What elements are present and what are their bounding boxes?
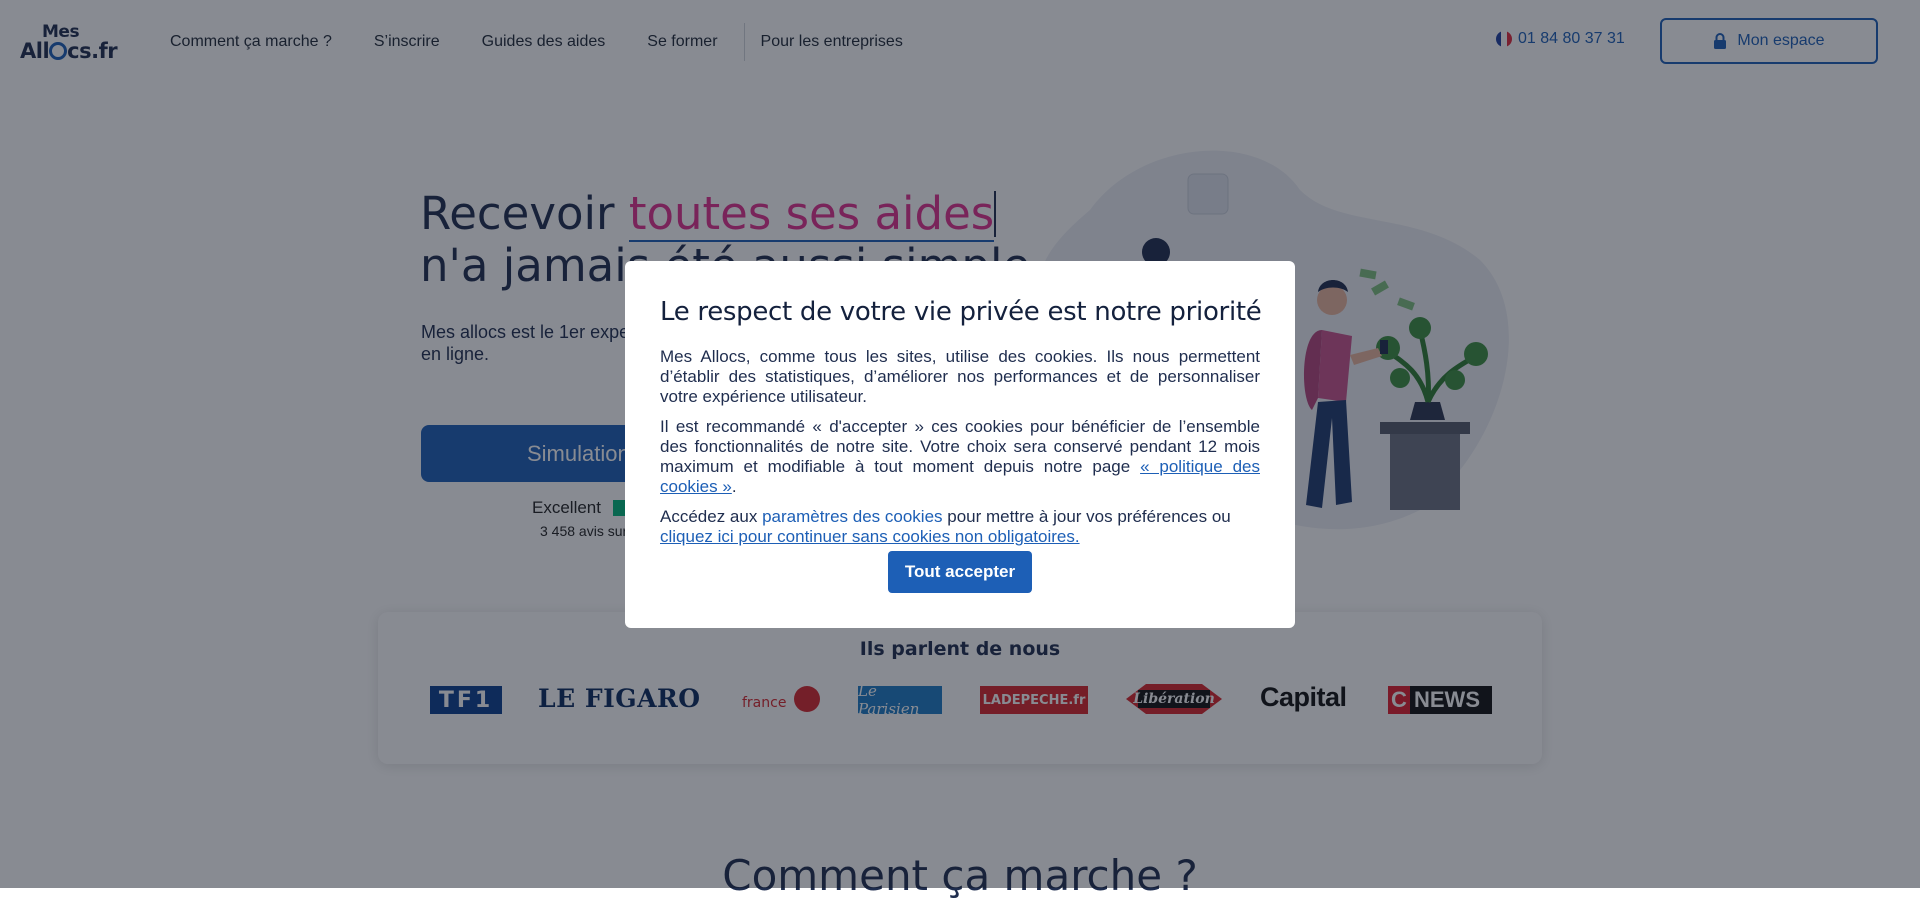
cookie-consent-modal: Le respect de votre vie privée est notre… <box>625 261 1295 628</box>
cookie-modal-title: Le respect de votre vie privée est notre… <box>660 297 1262 327</box>
cookie-paragraph-1: Mes Allocs, comme tous les sites, utilis… <box>660 347 1260 406</box>
continue-without-cookies-link[interactable]: cliquez ici pour continuer sans cookies … <box>660 527 1080 546</box>
cookie-paragraph-3: Accédez aux paramètres des cookies pour … <box>660 507 1231 546</box>
accept-all-button[interactable]: Tout accepter <box>888 551 1032 593</box>
cookie-settings-link[interactable]: paramètres des cookies <box>762 507 942 526</box>
cookie-paragraph-2: Il est recommandé « d'accepter » ces coo… <box>660 417 1260 496</box>
